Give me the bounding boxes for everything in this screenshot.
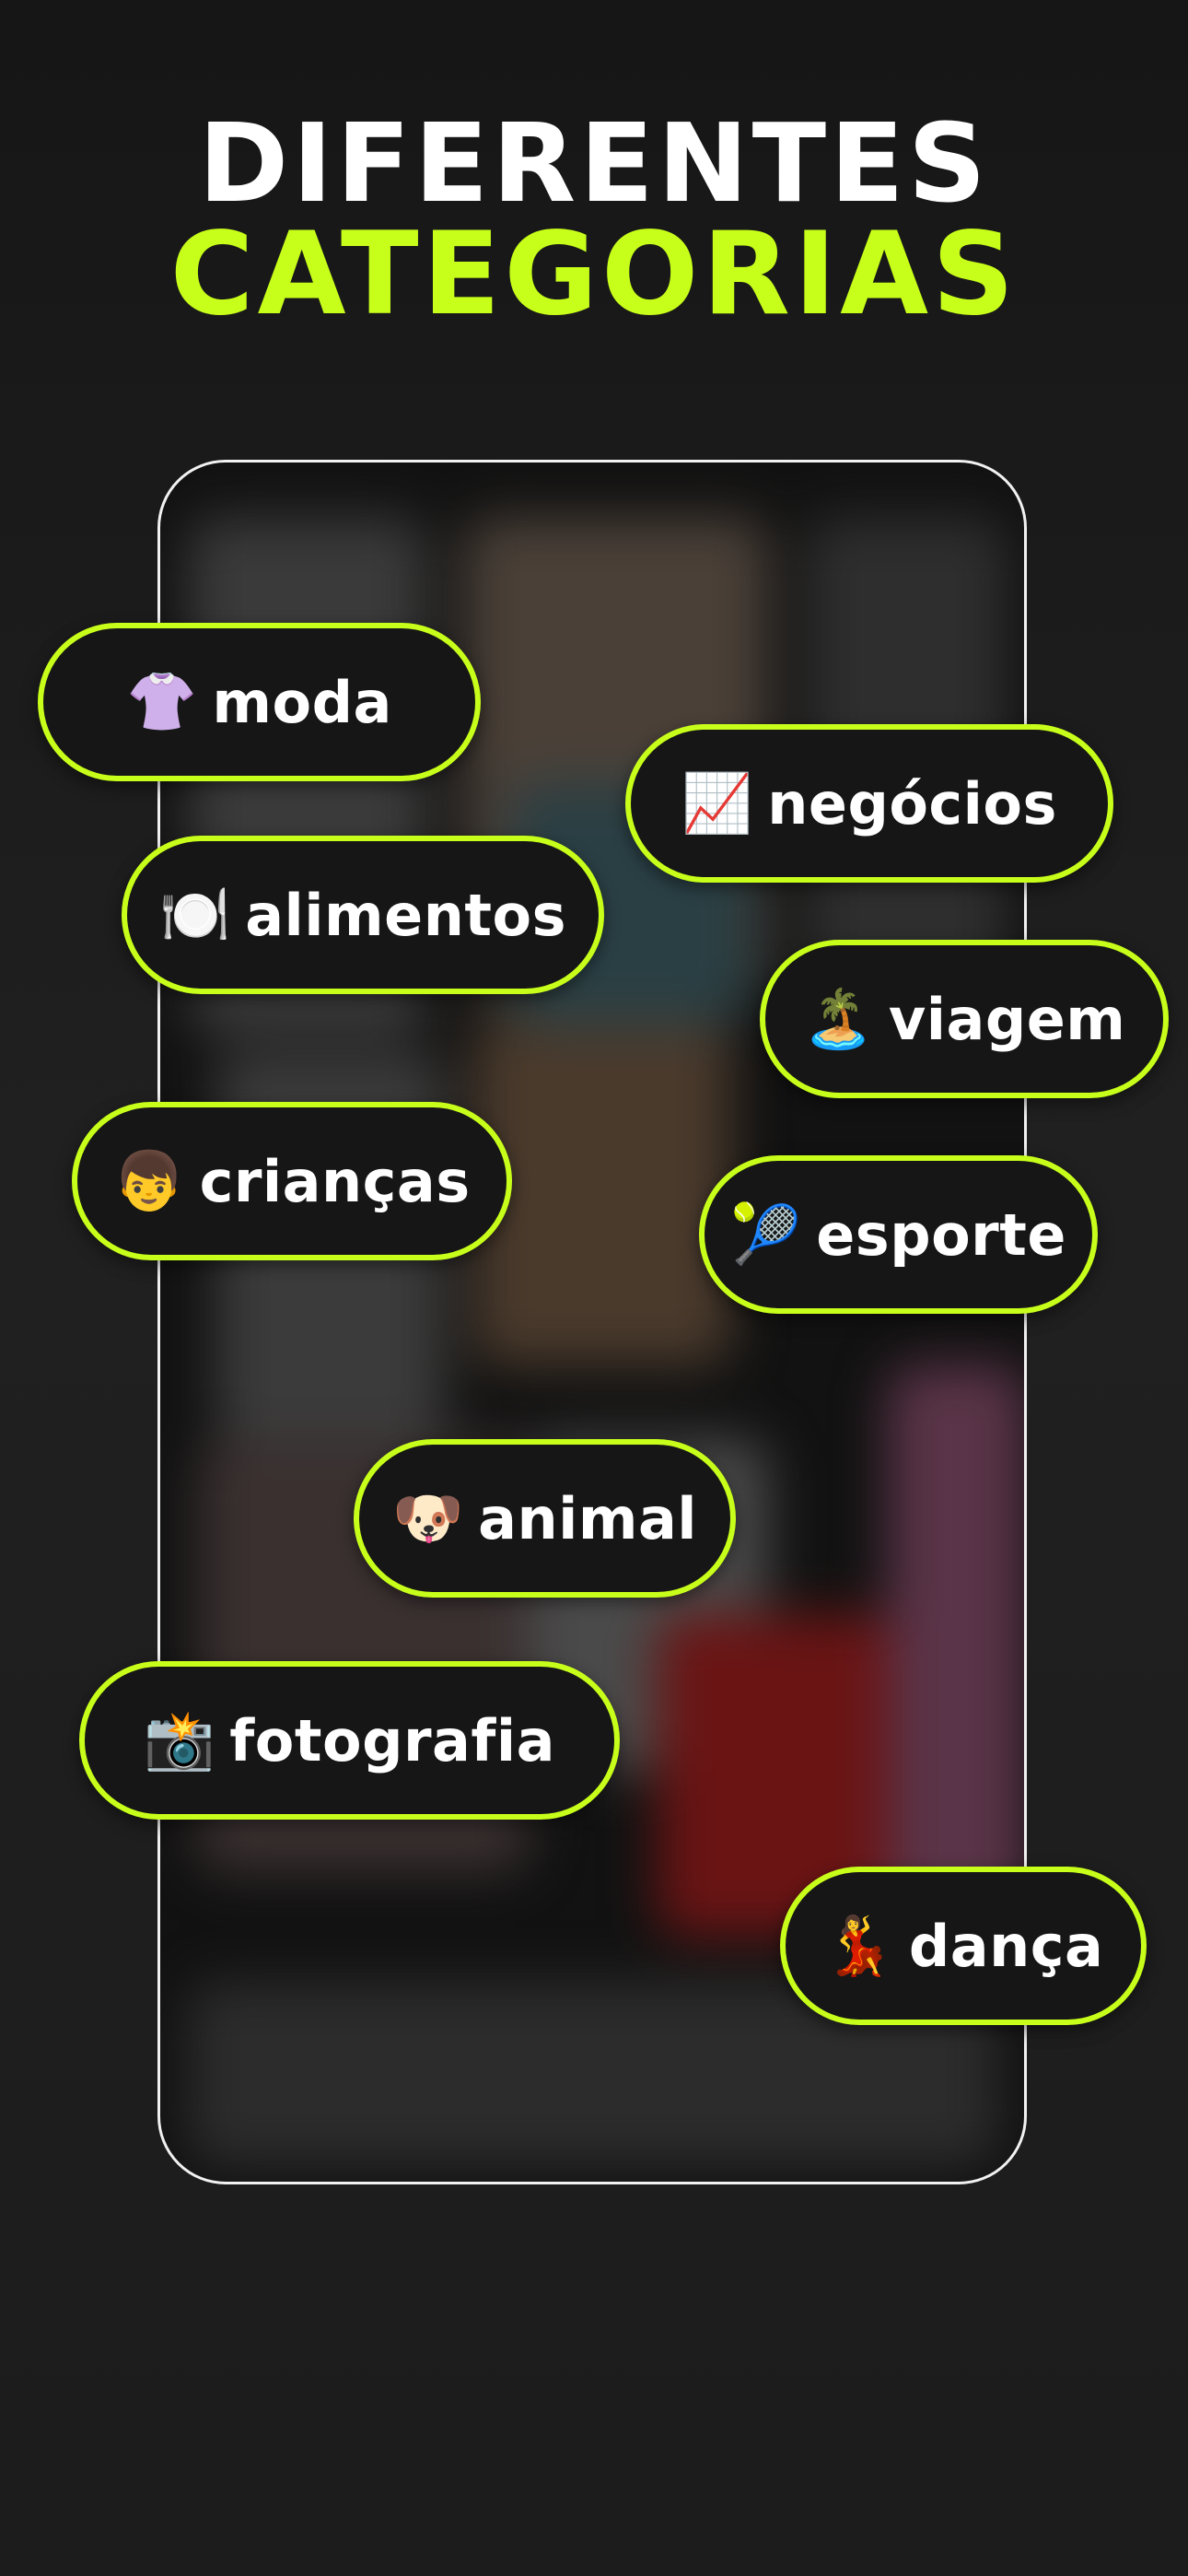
category-label: dança — [908, 1912, 1104, 1980]
beach-umbrella-icon: 🏝️ — [802, 985, 874, 1052]
category-chip-animal[interactable]: 🐶 animal — [354, 1439, 736, 1598]
category-chip-alimentos[interactable]: 🍽️ alimentos — [122, 836, 604, 994]
plate-icon: 🍽️ — [159, 881, 231, 948]
category-chip-danca[interactable]: 💃 dança — [780, 1867, 1147, 2025]
category-label: viagem — [888, 985, 1126, 1053]
category-chip-criancas[interactable]: 👦 crianças — [72, 1102, 512, 1260]
category-chip-viagem[interactable]: 🏝️ viagem — [760, 940, 1169, 1098]
category-label: moda — [212, 668, 392, 736]
category-chip-moda[interactable]: 👚 moda — [38, 623, 481, 781]
headline-line-1: DIFERENTES — [198, 100, 990, 227]
category-label: fotografia — [229, 1706, 555, 1774]
category-label: alimentos — [245, 881, 566, 949]
category-label: esporte — [816, 1200, 1066, 1269]
category-chip-negocios[interactable]: 📈 negócios — [625, 724, 1113, 883]
chart-increasing-icon: 📈 — [681, 769, 753, 837]
tennis-ball-icon: 🎾 — [730, 1200, 802, 1268]
dog-face-icon: 🐶 — [391, 1484, 464, 1551]
category-label: negócios — [767, 769, 1057, 837]
category-label: crianças — [199, 1147, 471, 1215]
category-label: animal — [478, 1484, 698, 1552]
boy-icon: 👦 — [113, 1147, 185, 1214]
dancer-icon: 💃 — [822, 1912, 894, 1979]
camera-flash-icon: 📸 — [144, 1706, 215, 1774]
headline-line-2: CATEGORIAS — [169, 208, 1019, 341]
category-chip-esporte[interactable]: 🎾 esporte — [699, 1155, 1098, 1314]
category-chip-fotografia[interactable]: 📸 fotografia — [79, 1661, 620, 1820]
blouse-icon: 👚 — [126, 668, 198, 735]
